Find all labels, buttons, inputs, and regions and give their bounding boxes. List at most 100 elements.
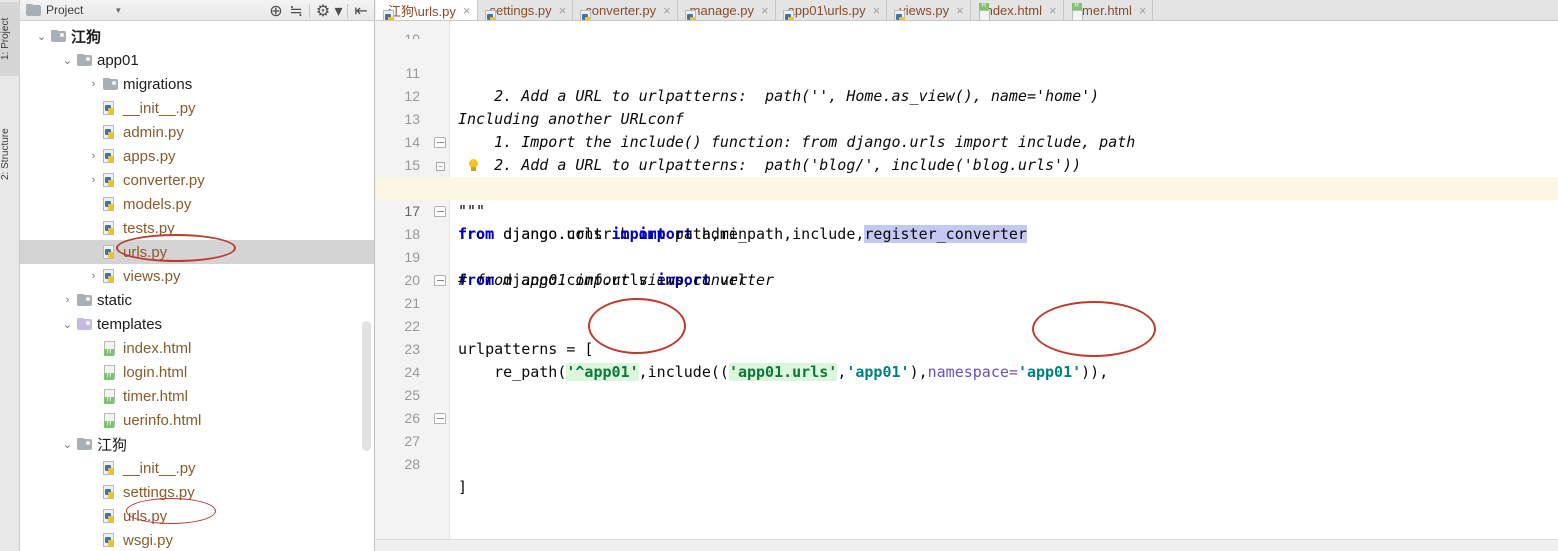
code-line-26[interactable]: 26 [376,384,1558,426]
editor-tab-views.py[interactable]: views.py × [887,0,971,20]
code-editor[interactable]: 10 1. Add an import: from other_app.view… [376,21,1558,551]
tree-item-icon: H [101,336,119,360]
project-tree[interactable]: ⌄ 江狗 ⌄ app01 › migrations __init__.py admin.p… [20,21,374,551]
tree-row-urls.py[interactable]: urls.py [20,504,374,528]
chevron-right-icon[interactable]: › [60,288,75,312]
code-line-17[interactable]: 17 from django.urls import path,re_path,… [376,177,1558,243]
tree-row-models.py[interactable]: models.py [20,192,374,216]
project-title-group[interactable]: Project ▼ [20,3,122,17]
tree-row-tests.py[interactable]: tests.py [20,216,374,240]
close-icon[interactable]: × [463,3,471,18]
chevron-right-icon[interactable]: › [86,72,101,96]
tree-item-icon [101,216,119,240]
code-line-10[interactable]: 10 1. Add an import: from other_app.view… [376,21,1558,39]
tree-row-timer.html[interactable]: Htimer.html [20,384,374,408]
close-icon[interactable]: × [663,3,671,18]
tree-row-[interactable]: ⌄ 江狗 [20,24,374,48]
fold-marker-urlpatterns[interactable] [434,275,446,286]
fold-marker-imports[interactable]: − [436,162,445,171]
locate-icon[interactable]: ⊕ [267,2,285,20]
editor-tab-converter.py[interactable]: converter.py × [573,0,678,20]
gear-caret-icon[interactable]: ▾ [334,2,343,20]
close-icon[interactable]: × [956,3,964,18]
code-line-16[interactable]: 16 − from django.contrib import admin [376,154,1558,243]
tree-row-login.html[interactable]: Hlogin.html [20,360,374,384]
chevron-down-icon[interactable]: ⌄ [60,48,75,72]
code-line-23[interactable]: 23 re_path('^app01',include(('app01.urls… [376,315,1558,381]
fold-marker-imports-end[interactable] [434,206,446,217]
tree-item-label: timer.html [123,387,189,405]
fold-marker-docstring-end[interactable] [434,137,446,148]
close-icon[interactable]: × [559,3,567,18]
tree-row-admin.py[interactable]: admin.py [20,120,374,144]
editor-tab-timer.html[interactable]: Htimer.html × [1063,0,1154,20]
code-line-22[interactable]: 22 [376,292,1558,334]
code-line-15[interactable]: 15 """ [376,131,1558,220]
close-icon[interactable]: × [1049,3,1057,18]
code-line-18[interactable]: 18 from django.conf.urls import url [376,200,1558,289]
tree-row-converter.py[interactable]: › converter.py [20,168,374,192]
project-panel-toolbar: ⊕ ≒ ⚙ ▾ ⇤ [267,0,370,21]
code-line-13[interactable]: 13 1. Import the include() function: fro… [376,85,1558,151]
code-line-14[interactable]: 14 2. Add a URL to urlpatterns: path('bl… [376,108,1558,174]
chevron-down-icon[interactable]: ▼ [114,6,122,15]
python-file-icon [103,124,117,140]
folder-icon [76,54,92,66]
collapse-all-icon[interactable]: ≒ [287,2,305,20]
chevron-right-icon[interactable]: › [86,264,101,288]
editor-tab-settings.py[interactable]: settings.py × [477,0,574,20]
tool-button-structure[interactable]: 2: Structure [0,108,20,200]
editor-tab-index.html[interactable]: Hindex.html × [970,0,1064,20]
code-line-20[interactable]: 20 [376,246,1558,288]
tree-item-icon [101,504,119,528]
tree-item-label: uerinfo.html [123,411,202,429]
tree-row-views.py[interactable]: › views.py [20,264,374,288]
tree-row-urls.py[interactable]: urls.py [20,240,374,264]
code-line-24[interactable]: 24 [376,338,1558,380]
close-icon[interactable]: × [873,3,881,18]
settings-gear-icon[interactable]: ⚙ [314,2,332,20]
tree-row-uerinfo.html[interactable]: Huerinfo.html [20,408,374,432]
code-line-19[interactable]: 19 # from app01 import views,converter [376,223,1558,289]
code-line-27[interactable]: 27 ] [376,407,1558,496]
tree-item-label: login.html [123,363,188,381]
tree-item-icon [101,528,119,551]
tree-row-static[interactable]: › static [20,288,374,312]
editor-tab-bar[interactable]: 江狗\urls.py × settings.py × converter.py × mana… [376,0,1558,21]
intention-bulb-icon[interactable] [468,159,479,172]
tree-item-label: models.py [123,195,192,213]
tree-row-settings.py[interactable]: settings.py [20,480,374,504]
close-icon[interactable]: × [1139,3,1147,18]
editor-tab-app01urls.py[interactable]: app01\urls.py × [775,0,888,20]
chevron-down-icon[interactable]: ⌄ [34,24,49,48]
tree-row-app01[interactable]: ⌄ app01 [20,48,374,72]
tree-row-__init__.py[interactable]: __init__.py [20,96,374,120]
hide-panel-icon[interactable]: ⇤ [352,2,370,20]
code-line-28[interactable]: 28 [376,430,1558,472]
chevron-down-icon[interactable]: ⌄ [60,432,75,456]
chevron-right-icon[interactable]: › [86,168,101,192]
code-line-21[interactable]: 21 urlpatterns = [ [376,269,1558,358]
tree-row-migrations[interactable]: › migrations [20,72,374,96]
tree-row-templates[interactable]: ⌄ templates [20,312,374,336]
editor-tab-urls.py[interactable]: 江狗\urls.py × [376,0,478,20]
tree-row-wsgi.py[interactable]: wsgi.py [20,528,374,551]
tree-item-label: tests.py [123,219,175,237]
tree-row-apps.py[interactable]: › apps.py [20,144,374,168]
tree-row-__init__.py[interactable]: __init__.py [20,456,374,480]
code-line-12[interactable]: 12 Including another URLconf [376,62,1558,128]
code-line-25[interactable]: 25 [376,361,1558,403]
close-icon[interactable]: × [761,3,769,18]
chevron-right-icon[interactable]: › [86,144,101,168]
chevron-down-icon[interactable]: ⌄ [60,312,75,336]
tab-label: app01\urls.py [787,2,866,18]
tree-row-index.html[interactable]: Hindex.html [20,336,374,360]
tool-button-project[interactable]: 1: Project [0,2,20,76]
code-line-11[interactable]: 11 2. Add a URL to urlpatterns: path('',… [376,39,1558,105]
tree-row-[interactable]: ⌄ 江狗 [20,432,374,456]
tab-label: 江狗\urls.py [388,3,456,19]
code-content[interactable]: 10 1. Add an import: from other_app.view… [376,21,1558,551]
toolbar-divider [309,3,310,18]
editor-tab-manage.py[interactable]: manage.py × [677,0,776,20]
fold-marker-urlpatterns-end[interactable] [434,413,446,424]
